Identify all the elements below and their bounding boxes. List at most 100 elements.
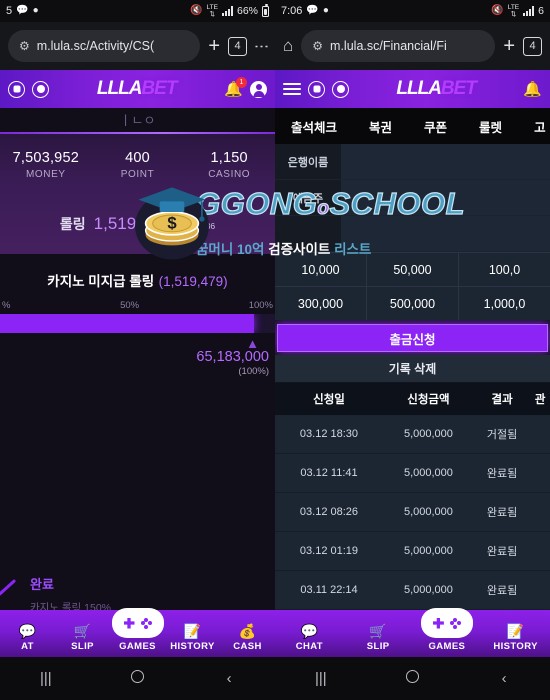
quick-amount-row-2: 300,000 500,000 1,000,0 — [275, 286, 550, 320]
chevron-up-icon[interactable]: ▲ — [0, 333, 275, 350]
cell-amount: 5,000,000 — [382, 531, 474, 571]
cart-icon: 🛒 — [73, 623, 92, 639]
cell-manage — [530, 531, 550, 571]
table-row[interactable]: 03.12 11:41 5,000,000 완료됨 — [275, 453, 550, 493]
right-status-bar: 7:06 💬 ● 🔇 LTE ⇅ 6 — [275, 0, 550, 22]
tab-attendance[interactable]: 출석체크 — [275, 117, 353, 136]
page-info-icon[interactable]: ⚙ — [312, 39, 323, 53]
stat-casino: 1,150 CASINO — [183, 150, 275, 180]
stats-row: 7,503,952 MONEY 400 POINT 1,150 CASINO — [0, 150, 275, 180]
form-row-amount — [275, 216, 550, 252]
rolling-label: 롤링 — [59, 216, 86, 232]
stat-casino-value: 1,150 — [210, 150, 248, 166]
right-battery-percent: 6 — [538, 5, 544, 17]
new-tab-button[interactable]: + — [208, 35, 220, 58]
browser-menu-button[interactable]: ⋮ — [253, 39, 270, 54]
right-system-nav: ||| ‹ — [275, 657, 550, 700]
rolling-sub-amount: 1,012,986 — [177, 221, 216, 231]
recents-button[interactable]: ||| — [0, 670, 92, 687]
recents-button[interactable]: ||| — [275, 670, 367, 687]
nav-chat[interactable]: 💬 CHAT — [275, 623, 344, 657]
page-info-icon[interactable]: ⚙ — [19, 39, 30, 53]
notification-bell-icon[interactable]: 🔔 — [523, 80, 542, 98]
android-app-icon[interactable] — [8, 80, 25, 98]
quick-amount-300000[interactable]: 300,000 — [275, 287, 367, 320]
nav-history[interactable]: 📝 HISTORY — [481, 623, 550, 657]
nav-games[interactable]: GAMES — [110, 608, 165, 657]
cart-icon: 🛒 — [369, 623, 387, 639]
nav-cash[interactable]: 💰 CASH — [220, 623, 275, 657]
nav-slip[interactable]: 🛒 SLIP — [55, 623, 110, 657]
site-logo[interactable]: LLLABET — [356, 78, 516, 100]
message-icon: 💬 — [16, 5, 29, 16]
table-row[interactable]: 03.12 08:26 5,000,000 완료됨 — [275, 492, 550, 532]
left-status-bar: 5 💬 ● 🔇 LTE ⇅ 66% — [0, 0, 275, 22]
logo-text-purple: BET — [440, 78, 477, 99]
back-button[interactable]: ‹ — [183, 670, 275, 687]
back-button[interactable]: ‹ — [458, 670, 550, 687]
nav-games-label: GAMES — [428, 641, 466, 652]
delete-records-button[interactable]: 기록 삭제 — [275, 355, 550, 383]
left-address-bar[interactable]: ⚙ m.lula.sc/Activity/CS( — [8, 30, 201, 62]
quick-amount-50000[interactable]: 50,000 — [367, 253, 459, 286]
quick-amount-10000[interactable]: 10,000 — [275, 253, 367, 286]
right-address-bar[interactable]: ⚙ m.lula.sc/Financial/Fi — [301, 30, 496, 62]
amount-input[interactable] — [341, 216, 550, 251]
tab-count-button[interactable]: 4 — [228, 36, 247, 56]
done-title: 완료 — [30, 577, 54, 592]
header-request-date: 신청일 — [275, 383, 383, 415]
stats-block: 7,503,952 MONEY 400 POINT 1,150 CASINO 롤… — [0, 134, 275, 254]
total-amount-block: 65,183,000 (100%) — [0, 349, 275, 377]
tab-roulette[interactable]: 룰렛 — [463, 117, 518, 136]
cell-result: 거절됨 — [473, 415, 531, 454]
new-tab-button[interactable]: + — [503, 35, 515, 58]
table-row[interactable]: 03.11 22:14 5,000,000 완료됨 — [275, 570, 550, 610]
account-holder-input[interactable] — [341, 180, 550, 215]
nav-chat[interactable]: 💬 AT — [0, 623, 55, 657]
hamburger-menu-icon[interactable] — [283, 82, 301, 96]
quick-amount-1000000[interactable]: 1,000,0 — [459, 287, 550, 320]
apple-app-icon[interactable] — [332, 80, 349, 98]
table-row[interactable]: 03.12 01:19 5,000,000 완료됨 — [275, 531, 550, 571]
scale-left: % — [2, 299, 11, 311]
quick-amount-row-1: 10,000 50,000 100,0 — [275, 252, 550, 286]
tab-coupon[interactable]: 쿠폰 — [408, 117, 463, 136]
nav-slip-label: SLIP — [366, 641, 390, 652]
android-app-icon[interactable] — [308, 80, 325, 98]
nav-slip[interactable]: 🛒 SLIP — [344, 623, 413, 657]
withdraw-request-button[interactable]: 출금신청 — [277, 324, 548, 352]
battery-icon — [262, 3, 269, 17]
message-icon: 💬 — [306, 5, 319, 16]
mute-icon: 🔇 — [491, 5, 504, 16]
cell-date: 03.11 22:14 — [275, 570, 383, 610]
apple-app-icon[interactable] — [32, 80, 49, 98]
chat-bubble-icon: ● — [322, 5, 329, 16]
tab-count-button[interactable]: 4 — [523, 36, 542, 56]
home-button[interactable] — [367, 670, 459, 687]
form-row-bank-name: 은행이름 — [275, 144, 550, 180]
tab-notice[interactable]: 고 — [518, 117, 550, 136]
home-icon[interactable]: ⌂ — [283, 36, 293, 56]
progress-bar-fill — [0, 313, 255, 333]
tab-lottery[interactable]: 복권 — [353, 117, 408, 136]
table-row[interactable]: 03.12 18:30 5,000,000 거절됨 — [275, 415, 550, 454]
right-url-text: m.lula.sc/Financial/Fi — [330, 39, 447, 53]
user-avatar-icon[interactable] — [250, 80, 267, 98]
nav-history[interactable]: 📝 HISTORY — [165, 623, 220, 657]
bank-name-input[interactable] — [341, 144, 550, 179]
document-edit-icon: 📝 — [183, 623, 202, 639]
gamepad-icon — [111, 608, 164, 638]
notification-bell-icon[interactable]: 🔔 1 — [224, 77, 247, 98]
cell-amount: 5,000,000 — [382, 453, 474, 493]
cell-date: 03.12 11:41 — [275, 453, 383, 493]
quick-amount-500000[interactable]: 500,000 — [367, 287, 459, 320]
money-bag-icon: 💰 — [238, 623, 257, 639]
account-holder-label: 예금주 — [275, 180, 341, 215]
site-logo[interactable]: LLLABET — [56, 78, 217, 100]
quick-amount-100000[interactable]: 100,0 — [459, 253, 550, 286]
stat-money-value: 7,503,952 — [12, 150, 79, 166]
nav-games[interactable]: GAMES — [413, 608, 482, 657]
home-button[interactable] — [92, 670, 184, 687]
logo-text-purple: BET — [141, 78, 177, 99]
right-browser-bar: ⌂ ⚙ m.lula.sc/Financial/Fi + 4 — [275, 22, 550, 70]
